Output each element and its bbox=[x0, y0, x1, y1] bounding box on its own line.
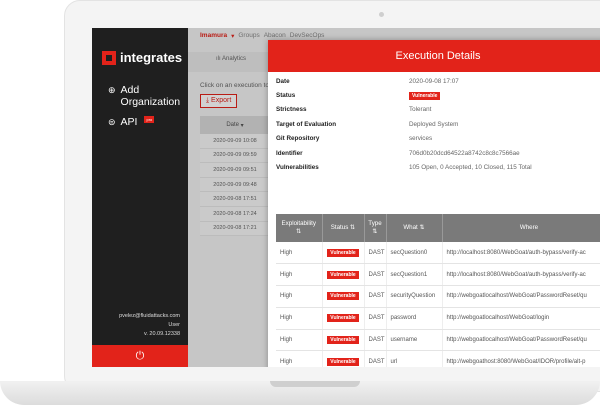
user-role: User bbox=[168, 322, 180, 328]
where-cell: http://webgoatlocalhost/WebGoat/Password… bbox=[442, 329, 600, 352]
type-cell: DAST bbox=[364, 242, 387, 265]
detail-key: Vulnerabilities bbox=[276, 164, 319, 171]
sort-icon: ⇅ bbox=[372, 228, 378, 235]
status-badge: Vulnerable bbox=[327, 314, 359, 323]
logo-text: integrates bbox=[120, 50, 183, 65]
table-row[interactable]: High Vulnerable DAST url http://webgoathost:… bbox=[276, 350, 600, 367]
pro-badge: pro bbox=[144, 116, 155, 123]
sidebar-item-label: API bbox=[120, 116, 138, 128]
column-header-where[interactable]: Where bbox=[442, 214, 600, 242]
detail-value: 2020-09-08 17:07 bbox=[409, 78, 459, 85]
detail-value: Deployed System bbox=[409, 121, 459, 128]
type-cell: DAST bbox=[364, 329, 387, 352]
type-cell: DAST bbox=[364, 307, 387, 330]
table-row[interactable]: High Vulnerable DAST username http://webgoat… bbox=[276, 329, 600, 352]
status-badge: Vulnerable bbox=[327, 270, 359, 279]
column-header-status[interactable]: Status ⇅ bbox=[322, 214, 365, 242]
exploitability-cell: High bbox=[276, 285, 323, 308]
camera-dot bbox=[379, 12, 384, 17]
what-cell: securityQuestion bbox=[386, 285, 443, 308]
sidebar: integrates ⊕ Add Organization ⊜ API pro … bbox=[92, 28, 188, 367]
what-cell: url bbox=[386, 350, 443, 367]
user-circle-icon: ⊜ bbox=[108, 117, 116, 127]
detail-key: Date bbox=[276, 78, 290, 85]
screen: integrates ⊕ Add Organization ⊜ API pro … bbox=[92, 28, 600, 367]
plus-circle-icon: ⊕ bbox=[108, 85, 116, 95]
type-cell: DAST bbox=[364, 263, 387, 287]
status-badge: Vulnerable bbox=[409, 92, 441, 100]
sidebar-item-api[interactable]: ⊜ API pro bbox=[108, 116, 155, 128]
exploitability-cell: High bbox=[276, 350, 323, 367]
sort-icon: ⇅ bbox=[296, 228, 302, 235]
modal-title: Execution Details bbox=[268, 40, 600, 72]
exploitability-cell: High bbox=[276, 263, 323, 287]
header-label: Where bbox=[519, 224, 539, 231]
table-row[interactable]: High Vulnerable DAST secQuestion1 http://loc… bbox=[276, 263, 600, 287]
where-cell: http://localhost:8080/WebGoat/auth-bypas… bbox=[442, 263, 600, 287]
status-badge: Vulnerable bbox=[327, 357, 359, 366]
header-label: What bbox=[403, 224, 418, 231]
logo[interactable]: integrates bbox=[102, 50, 182, 65]
what-cell: password bbox=[386, 307, 443, 330]
sidebar-item-label: Add Organization bbox=[120, 84, 181, 108]
detail-value: 105 Open, 0 Accepted, 10 Closed, 115 Tot… bbox=[409, 164, 532, 171]
execution-details-modal: Execution Details Date 2020-09-08 17:07 … bbox=[268, 40, 600, 367]
header-label: Exploitability bbox=[281, 220, 316, 227]
detail-value-wrap: Vulnerable bbox=[409, 92, 599, 100]
where-cell: http://webgoatlocalhost/WebGoat/login bbox=[442, 307, 600, 330]
status-cell: Vulnerable bbox=[322, 263, 365, 287]
sort-icon: ⇅ bbox=[419, 224, 425, 231]
type-cell: DAST bbox=[364, 285, 387, 308]
exploitability-cell: High bbox=[276, 242, 323, 265]
table-row[interactable]: High Vulnerable DAST secQuestion0 http://loc… bbox=[276, 242, 600, 265]
logout-button[interactable]: ⏻ bbox=[92, 345, 188, 367]
vulnerabilities-table: Exploitability ⇅ Status ⇅ Type ⇅ What ⇅ Wh… bbox=[276, 214, 600, 367]
where-cell: http://webgoathost:8080/WebGoat/IDOR/pro… bbox=[442, 350, 600, 367]
status-badge: Vulnerable bbox=[327, 336, 359, 345]
what-cell: secQuestion0 bbox=[386, 242, 443, 265]
status-cell: Vulnerable bbox=[322, 242, 365, 265]
table-row[interactable]: High Vulnerable DAST password http://webgoat… bbox=[276, 307, 600, 330]
table-header-row: Exploitability ⇅ Status ⇅ Type ⇅ What ⇅ Wh… bbox=[276, 214, 600, 242]
where-cell: http://webgoatlocalhost/WebGoat/Password… bbox=[442, 285, 600, 308]
sort-icon: ⇅ bbox=[350, 224, 356, 231]
sidebar-item-add-organization[interactable]: ⊕ Add Organization bbox=[108, 84, 181, 108]
detail-key: Status bbox=[276, 92, 296, 99]
power-icon: ⏻ bbox=[135, 349, 145, 362]
detail-key: Target of Evaluation bbox=[276, 121, 337, 128]
detail-key: Git Repository bbox=[276, 135, 320, 142]
column-header-exploitability[interactable]: Exploitability ⇅ bbox=[276, 214, 323, 242]
status-cell: Vulnerable bbox=[322, 307, 365, 330]
user-email: pvelez@fluidattacks.com bbox=[119, 313, 180, 319]
column-header-type[interactable]: Type ⇅ bbox=[364, 214, 387, 242]
detail-key: Strictness bbox=[276, 106, 307, 113]
logo-icon bbox=[102, 50, 116, 65]
detail-value: Tolerant bbox=[409, 106, 432, 113]
app-version: v. 20.09.12338 bbox=[144, 331, 180, 337]
column-header-what[interactable]: What ⇅ bbox=[386, 214, 443, 242]
exploitability-cell: High bbox=[276, 329, 323, 352]
user-info: pvelez@fluidattacks.com User v. 20.09.12… bbox=[119, 312, 180, 339]
detail-key: Identifier bbox=[276, 150, 303, 157]
header-label: Status bbox=[330, 224, 349, 231]
status-cell: Vulnerable bbox=[322, 350, 365, 367]
detail-value: services bbox=[409, 135, 433, 142]
status-badge: Vulnerable bbox=[327, 248, 359, 257]
status-cell: Vulnerable bbox=[322, 285, 365, 308]
what-cell: secQuestion1 bbox=[386, 263, 443, 287]
type-cell: DAST bbox=[364, 350, 387, 367]
where-cell: http://localhost:8080/WebGoat/auth-bypas… bbox=[442, 242, 600, 265]
laptop-frame: integrates ⊕ Add Organization ⊜ API pro … bbox=[0, 0, 600, 405]
header-label: Type bbox=[368, 220, 382, 227]
status-badge: Vulnerable bbox=[327, 292, 359, 301]
detail-value: 706d0b20dcd64522a8742c8c8c7566ae bbox=[409, 150, 520, 157]
table-row[interactable]: High Vulnerable DAST securityQuestion http:/… bbox=[276, 285, 600, 308]
exploitability-cell: High bbox=[276, 307, 323, 330]
what-cell: username bbox=[386, 329, 443, 352]
laptop-notch bbox=[270, 381, 360, 387]
status-cell: Vulnerable bbox=[322, 329, 365, 352]
